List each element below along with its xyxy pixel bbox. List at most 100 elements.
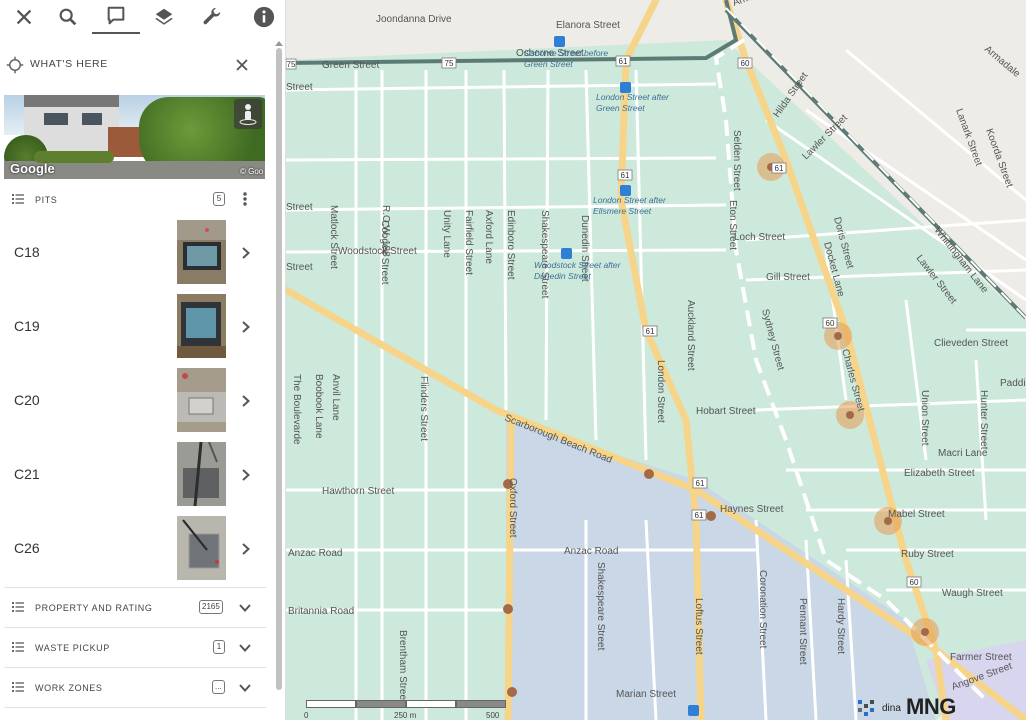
section-label: PROPERTY AND RATING: [35, 603, 153, 613]
close-icon[interactable]: [232, 55, 252, 75]
street-label: Unity Lane: [441, 210, 452, 258]
pit-item-c26[interactable]: C26: [0, 516, 266, 582]
bus-stop-label: Osborne Street before: [524, 48, 608, 58]
close-panel-button[interactable]: [0, 0, 48, 34]
pits-section-header[interactable]: PITS 5: [0, 180, 266, 220]
pits-label: PITS: [35, 195, 58, 205]
street-label: Shakespeare Street: [595, 562, 606, 651]
pit-name: C19: [14, 318, 40, 334]
pit-photo: [177, 294, 226, 358]
info-button[interactable]: [240, 0, 285, 34]
pit-name: C20: [14, 392, 40, 408]
section-count-badge: 2165: [199, 600, 223, 614]
pit-item-c20[interactable]: C20: [0, 368, 266, 434]
street-label: Joondanna Drive: [376, 14, 452, 25]
street-label: Coronation Street: [757, 570, 768, 649]
street-label: Loftus Street: [693, 598, 704, 655]
pit-marker-center: [834, 332, 842, 340]
pit-marker-center: [846, 411, 854, 419]
point-marker[interactable]: [507, 687, 517, 697]
street-label: Hawthorn Street: [322, 486, 394, 497]
sidebar: WHAT'S HERE Google © Goo PITS 5 C18 C19 …: [0, 0, 286, 720]
tools-button[interactable]: [188, 0, 236, 34]
street-label: Selden Street: [731, 130, 742, 191]
street-label: Anvil Lane: [330, 374, 341, 421]
layers-button[interactable]: [140, 0, 188, 34]
street-label: Hobart Street: [696, 406, 756, 417]
street-label: Waugh Street: [942, 588, 1003, 599]
scrollbar-thumb[interactable]: [276, 48, 282, 690]
scale-segment: [456, 700, 506, 708]
route-shield: 61: [692, 477, 708, 489]
svg-text:61: 61: [695, 511, 704, 520]
pit-item-c19[interactable]: C19: [0, 294, 266, 360]
route-shield: 60: [906, 576, 922, 588]
route-shield: 75: [441, 57, 457, 69]
street-label: Shakespeare Street: [539, 210, 550, 299]
info-icon: [253, 6, 275, 28]
whats-here-tab[interactable]: [92, 0, 140, 34]
bus-stop-label: London Street after: [593, 195, 667, 205]
close-icon: [16, 9, 32, 25]
waste-pickup-section-header[interactable]: WASTE PICKUP 1: [0, 628, 266, 668]
layers-icon: [155, 8, 173, 25]
svg-text:60: 60: [826, 319, 835, 328]
property-rating-section-header[interactable]: PROPERTY AND RATING 2165: [0, 588, 266, 628]
point-marker[interactable]: [644, 469, 654, 479]
pit-name: C26: [14, 540, 40, 556]
street-label: Farmer Street: [950, 652, 1012, 663]
svg-text:75: 75: [445, 59, 454, 68]
street-label: The Boulevarde: [291, 374, 302, 445]
bus-stop-label: Green Street: [596, 103, 645, 113]
search-button[interactable]: [44, 0, 92, 34]
pegman-button[interactable]: [234, 99, 262, 129]
scale-label: 0: [304, 711, 309, 720]
bus-stop-icon[interactable]: [554, 36, 565, 47]
pit-item-c18[interactable]: C18: [0, 220, 266, 286]
more-vert-icon[interactable]: [238, 191, 252, 207]
chevron-right-icon: [242, 247, 250, 259]
scale-segment: [356, 700, 406, 708]
street-label: Auckland Street: [685, 300, 696, 371]
section-label: WORK ZONES: [35, 683, 103, 693]
pit-photo: [177, 220, 226, 284]
street-label: Hardy Street: [835, 598, 846, 654]
route-shield: 61: [615, 55, 631, 67]
pit-item-c21[interactable]: C21: [0, 442, 266, 508]
bus-stop-icon[interactable]: [688, 705, 699, 716]
pit-photo: [177, 442, 226, 506]
street-label: Ruby Street: [901, 549, 954, 560]
street-label: Matlock Street: [328, 205, 339, 269]
pit-name: C21: [14, 466, 40, 482]
street-label: Hunter Street: [978, 390, 989, 450]
list-icon: [12, 642, 24, 652]
chevron-down-icon[interactable]: [237, 640, 253, 656]
wrench-icon: [203, 7, 221, 25]
roof: [24, 95, 119, 107]
copyright: © Goo: [240, 167, 264, 176]
street-label: Gill Street: [766, 272, 810, 283]
scale-label: 500 m: [486, 711, 500, 720]
street-label: Oxford Street: [507, 478, 518, 538]
list-icon: [12, 682, 24, 692]
scroll-up-arrow-icon[interactable]: [275, 40, 283, 46]
bus-stop-label: London Street after: [596, 92, 670, 102]
work-zones-section-header[interactable]: WORK ZONES ...: [0, 668, 266, 708]
chevron-down-icon[interactable]: [237, 680, 253, 696]
svg-text:61: 61: [775, 164, 784, 173]
section-count-badge: 1: [213, 640, 225, 654]
street-label: Street: [286, 82, 313, 93]
bus-stop-icon[interactable]: [561, 248, 572, 259]
bus-stop-label: Ellsmere Street: [593, 206, 652, 216]
street-label: Paddin: [1000, 378, 1026, 389]
map-canvas[interactable]: 61 60 61 61 61 61 60 60 75 75 61 Joondan…: [286, 0, 1026, 720]
svg-text:75: 75: [287, 60, 296, 69]
point-marker[interactable]: [706, 511, 716, 521]
sidebar-scrollbar[interactable]: [275, 40, 283, 690]
point-marker[interactable]: [503, 604, 513, 614]
pit-photo: [177, 368, 226, 432]
chevron-down-icon[interactable]: [237, 600, 253, 616]
street-view-image[interactable]: Google © Goo: [4, 95, 265, 179]
svg-text:61: 61: [646, 327, 655, 336]
crosshair-icon: [6, 56, 24, 74]
